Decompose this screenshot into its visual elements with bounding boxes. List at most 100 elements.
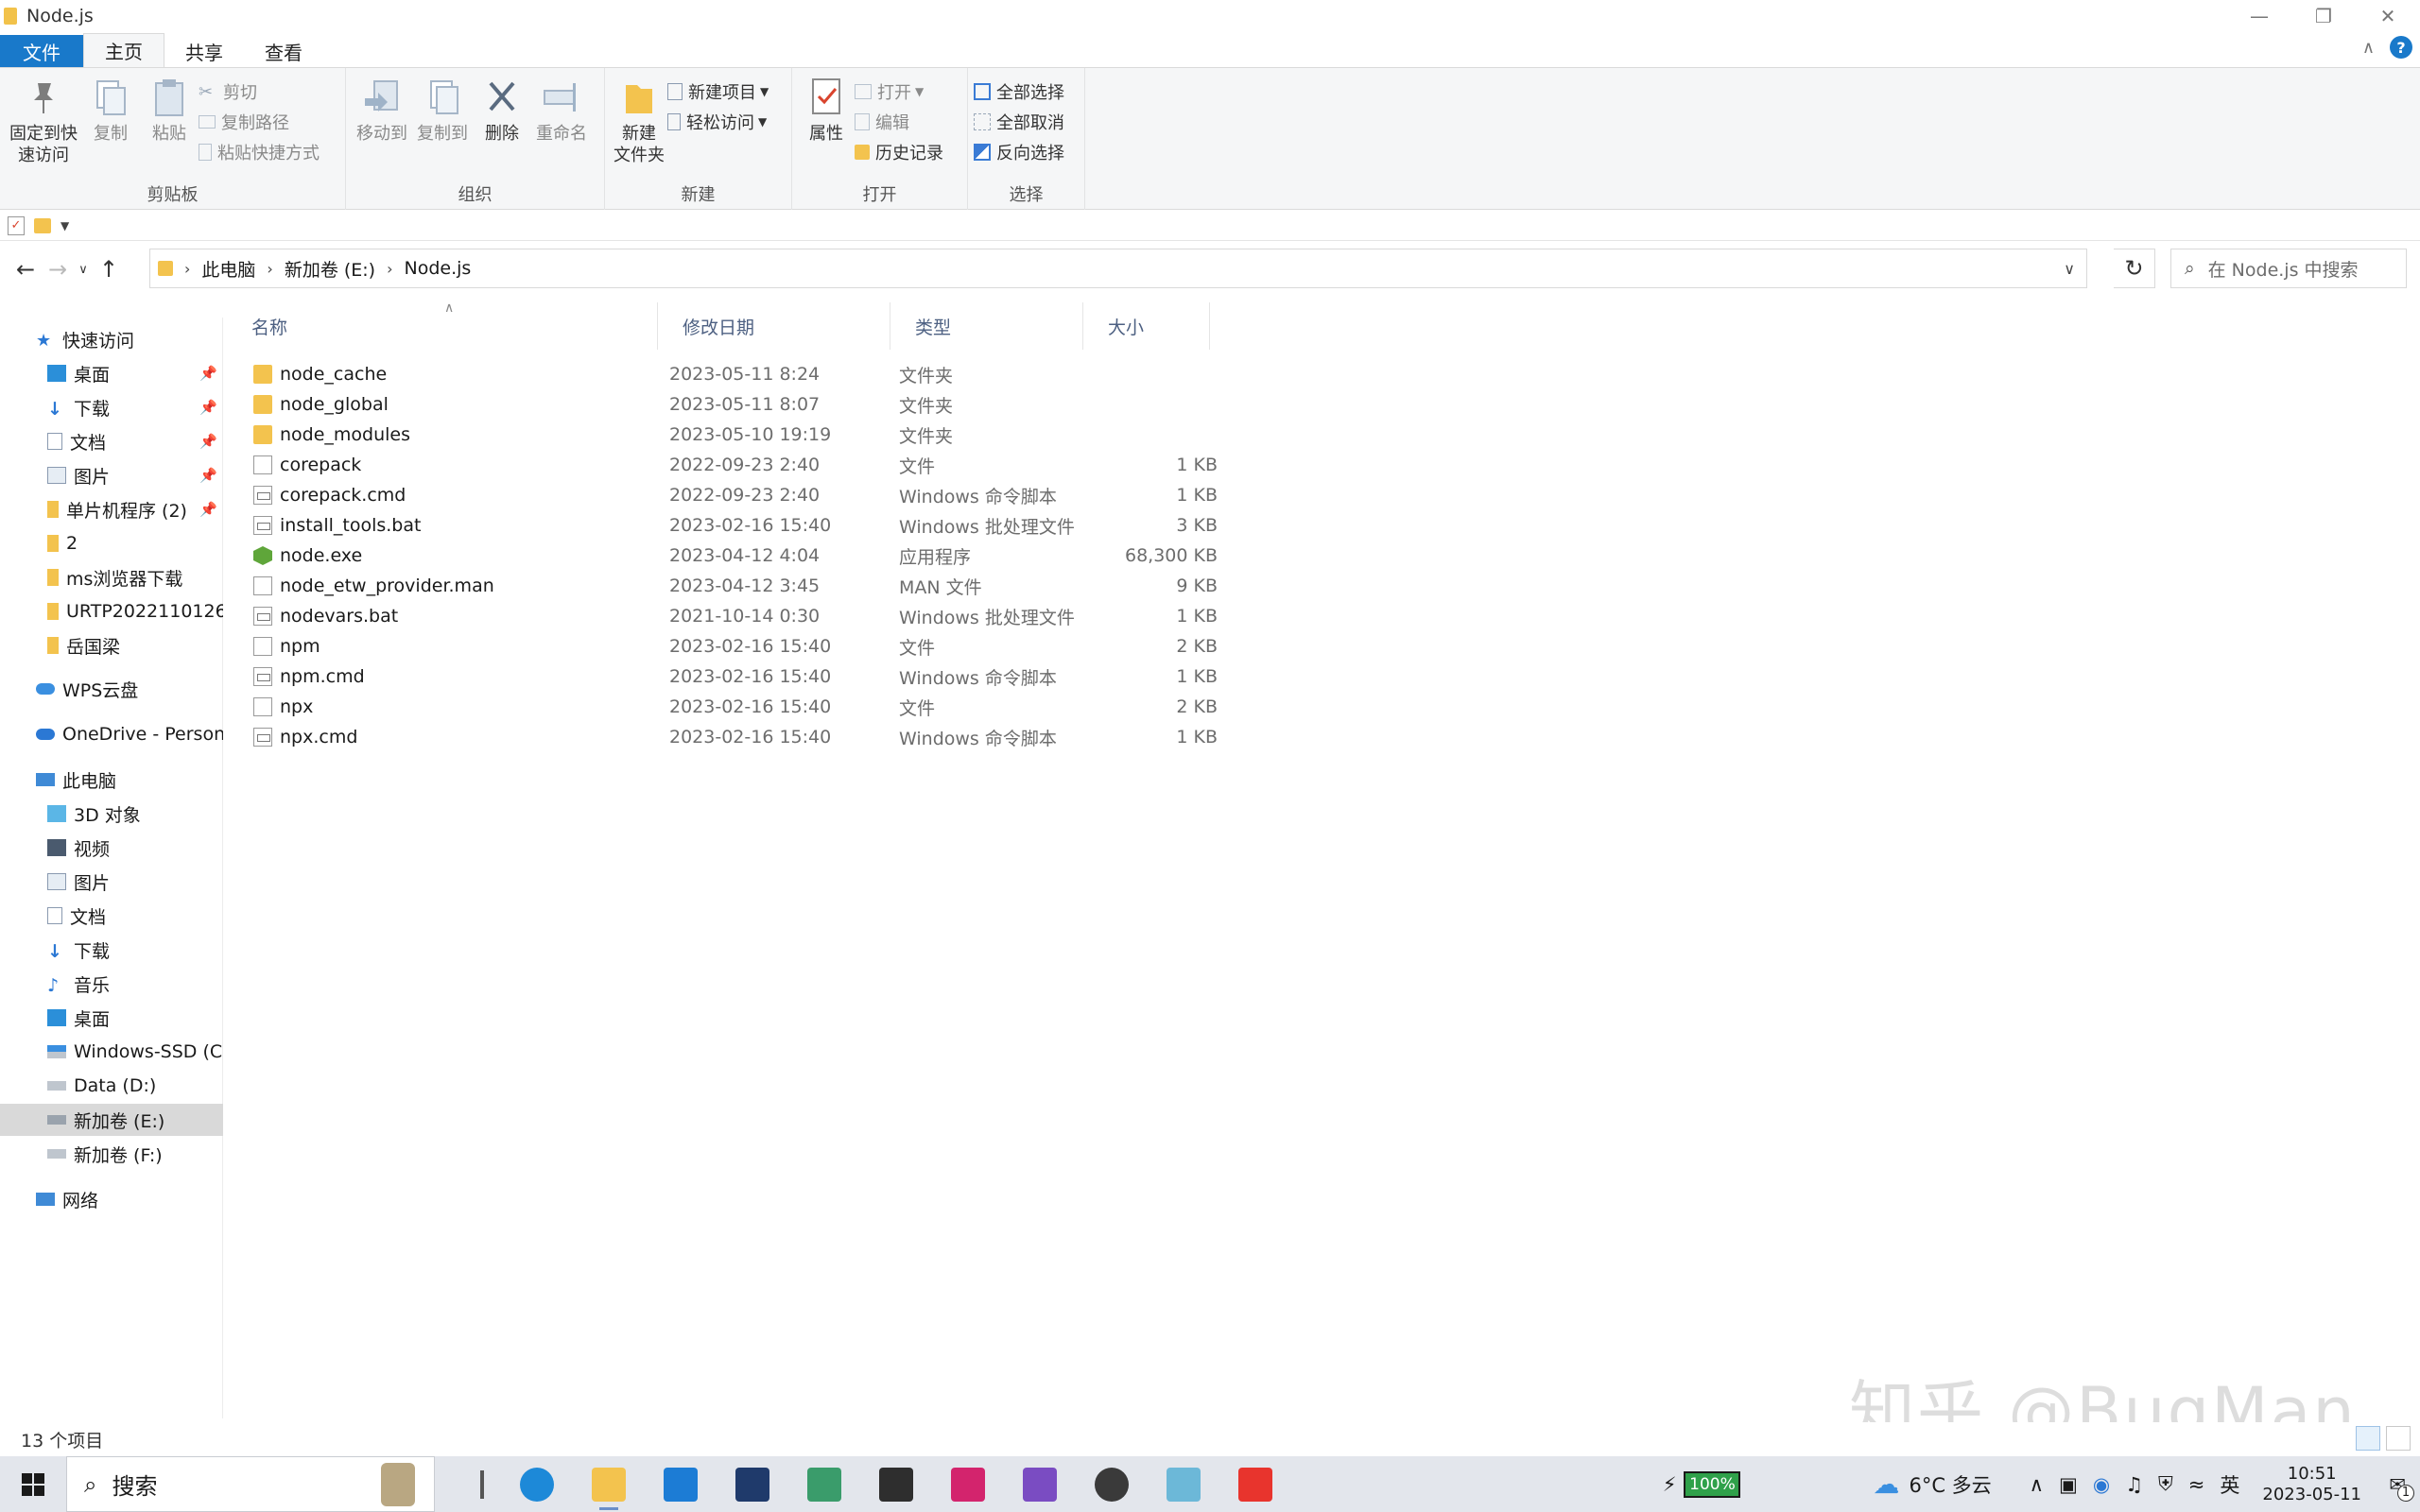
notification-icon[interactable]: ✉ 1 [2375,1466,2420,1503]
breadcrumb-this-pc[interactable]: 此电脑 [201,256,255,282]
start-button[interactable] [0,1456,66,1512]
large-icons-view-icon[interactable] [2386,1426,2411,1451]
file-row[interactable]: node_etw_provider.man 2023-04-12 3:45 MAN … [246,571,1437,601]
sidebar-item-videos[interactable]: 视频 [0,832,223,864]
breadcrumb-nodejs[interactable]: Node.js [405,258,472,279]
sidebar-item-documents[interactable]: 文档 📌 [0,425,223,457]
sidebar-item-pictures[interactable]: 图片 📌 [0,459,223,491]
sidebar-item-drive-c[interactable]: Windows-SSD (C:) [0,1036,223,1068]
sidebar-item-pc-desktop[interactable]: 桌面 [0,1002,223,1034]
sidebar-item-yue[interactable]: 岳国梁 [0,629,223,662]
back-button[interactable]: ← [9,250,42,288]
sidebar-item-this-pc[interactable]: 此电脑 [0,764,223,796]
file-row[interactable]: npx 2023-02-16 15:40 文件 2 KB [246,692,1437,722]
clock[interactable]: 10:51 2023-05-11 [2262,1464,2361,1505]
file-row[interactable]: npm 2023-02-16 15:40 文件 2 KB [246,631,1437,662]
app-tray-icon[interactable]: ◉ [2093,1473,2110,1496]
pin-icon[interactable]: 📌 [199,501,217,518]
security-icon[interactable]: ⛨ [2158,1472,2173,1496]
sidebar-item-mcu-programs[interactable]: 单片机程序 (2) 📌 [0,493,223,525]
task-view-icon[interactable] [480,1469,484,1499]
paste-shortcut-button[interactable]: 粘贴快捷方式 [199,138,325,166]
volume-icon[interactable]: ♫ [2125,1473,2143,1496]
select-none-button[interactable]: 全部取消 [974,108,1070,136]
column-header-name[interactable]: 名称 ∧ [227,301,658,350]
up-button[interactable]: ↑ [93,250,125,288]
wifi-icon[interactable]: ≈ [2188,1473,2205,1496]
file-row[interactable]: nodevars.bat 2021-10-14 0:30 Windows 批处理文件… [246,601,1437,631]
minimize-button[interactable]: — [2227,0,2291,32]
chevron-right-icon[interactable]: › [387,260,392,278]
file-row[interactable]: npm.cmd 2023-02-16 15:40 Windows 命令脚本 1 KB [246,662,1437,692]
sidebar-item-music[interactable]: ♪ 音乐 [0,968,223,1000]
forward-button[interactable]: → [42,250,74,288]
chevron-right-icon[interactable]: › [267,260,272,278]
pin-icon[interactable]: 📌 [199,365,217,382]
sidebar-item-pc-pictures[interactable]: 图片 [0,866,223,898]
sidebar-item-urtp[interactable]: URTP2022110126 [0,595,223,627]
column-header-type[interactable]: 类型 [890,302,1083,350]
wps-office-icon[interactable] [1229,1456,1282,1512]
new-item-button[interactable]: 新建项目 ▼ [667,77,774,106]
recent-locations-button[interactable]: ∨ [74,250,93,288]
file-row[interactable]: node.exe 2023-04-12 4:04 应用程序 68,300 KB [246,541,1437,571]
sidebar-item-wps-cloud[interactable]: WPS云盘 [0,673,223,705]
network-tray-icon[interactable]: ▣ [2059,1473,2078,1496]
sidebar-item-downloads[interactable]: ↓ 下载 📌 [0,391,223,423]
file-row[interactable]: npx.cmd 2023-02-16 15:40 Windows 命令脚本 1 KB [246,722,1437,752]
editor-icon[interactable] [1157,1456,1210,1512]
refresh-button[interactable]: ↻ [2114,249,2155,288]
sidebar-item-ms-downloads[interactable]: ms浏览器下载 [0,561,223,593]
sidebar-item-quick-access[interactable]: ★ 快速访问 [0,323,223,355]
collapse-ribbon-icon[interactable]: ∧ [2362,38,2375,58]
easy-access-button[interactable]: 轻松访问 ▼ [667,108,774,136]
sidebar-item-3d-objects[interactable]: 3D 对象 [0,798,223,830]
file-row[interactable]: node_global 2023-05-11 8:07 文件夹 [246,389,1437,420]
tab-share[interactable]: 共享 [164,35,244,67]
open-button[interactable]: 打开 ▼ [855,77,949,106]
taskbar-search[interactable]: ⌕ 搜索 [66,1456,435,1512]
restore-button[interactable]: ❐ [2291,0,2356,32]
battery-indicator[interactable]: 100% [1684,1470,1741,1498]
breadcrumb-drive-e[interactable]: 新加卷 (E:) [285,256,375,282]
jetbrains-icon[interactable] [942,1456,994,1512]
visual-studio-icon[interactable] [1013,1456,1066,1512]
sidebar-item-pc-documents[interactable]: 文档 [0,900,223,932]
customize-toolbar-icon[interactable]: ▼ [60,219,69,232]
column-header-size[interactable]: 大小 [1083,302,1210,350]
chevron-up-icon[interactable]: ∧ [2030,1473,2044,1496]
ime-indicator[interactable]: 英 [2220,1470,2239,1499]
tab-file[interactable]: 文件 [0,35,83,67]
chevron-right-icon[interactable]: › [184,260,190,278]
pin-icon[interactable]: 📌 [199,399,217,416]
address-bar[interactable]: › 此电脑 › 新加卷 (E:) › Node.js ∨ [149,249,2087,288]
tab-home[interactable]: 主页 [83,33,164,67]
copy-path-button[interactable]: 复制路径 [199,108,325,136]
sidebar-item-desktop[interactable]: 桌面 📌 [0,357,223,389]
file-explorer-icon[interactable] [582,1456,635,1512]
folder-icon[interactable] [34,217,51,233]
file-row[interactable]: install_tools.bat 2023-02-16 15:40 Windows… [246,510,1437,541]
sidebar-item-onedrive[interactable]: OneDrive - Personal [0,718,223,750]
file-row[interactable]: corepack.cmd 2022-09-23 2:40 Windows 命令脚本 1… [246,480,1437,510]
invert-selection-button[interactable]: 反向选择 [974,138,1070,166]
tab-view[interactable]: 查看 [244,35,323,67]
dev-cpp-icon[interactable] [726,1456,779,1512]
edge-icon[interactable] [510,1456,563,1512]
select-all-button[interactable]: 全部选择 [974,77,1070,106]
weather-text[interactable]: 6°C 多云 [1909,1470,1991,1499]
sidebar-item-folder-2[interactable]: 2 [0,527,223,559]
weather-icon[interactable]: ☁ [1873,1469,1899,1500]
history-button[interactable]: 历史记录 [855,138,949,166]
properties-icon[interactable]: ✓ [8,215,25,235]
sidebar-item-drive-f[interactable]: 新加卷 (F:) [0,1138,223,1170]
file-row[interactable]: node_cache 2023-05-11 8:24 文件夹 [246,359,1437,389]
reader-icon[interactable] [798,1456,851,1512]
file-row[interactable]: corepack 2022-09-23 2:40 文件 1 KB [246,450,1437,480]
pin-icon[interactable]: 📌 [199,433,217,450]
terminal-icon[interactable] [870,1456,923,1512]
edit-button[interactable]: 编辑 [855,108,949,136]
settings-icon[interactable] [1085,1456,1138,1512]
cut-button[interactable]: ✂ 剪切 [199,77,325,106]
sidebar-item-drive-e[interactable]: 新加卷 (E:) [0,1104,223,1136]
